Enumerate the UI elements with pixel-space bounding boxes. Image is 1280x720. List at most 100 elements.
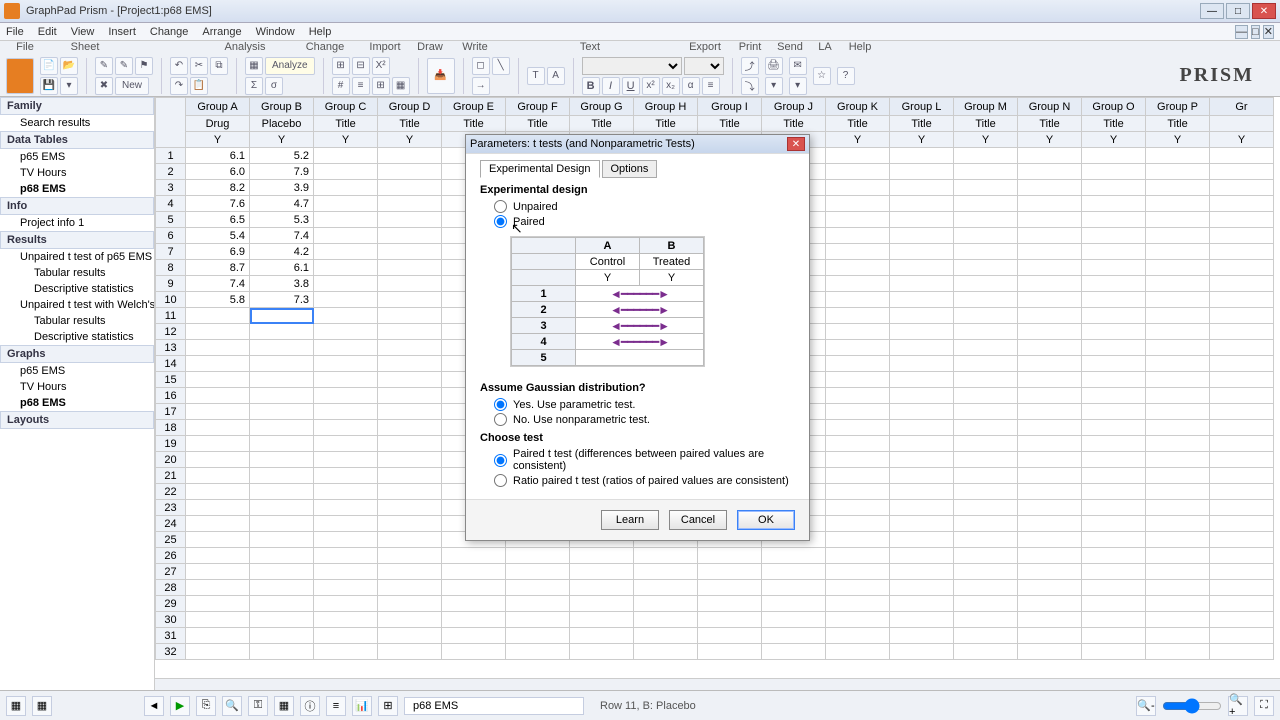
zoom-in-icon[interactable]: 🔍+ bbox=[1228, 696, 1248, 716]
help-icon[interactable]: ? bbox=[837, 67, 855, 85]
radio-unpaired[interactable]: Unpaired bbox=[494, 200, 795, 213]
status-grid-icon[interactable]: ▦ bbox=[6, 696, 26, 716]
save-icon[interactable]: 💾 bbox=[40, 77, 58, 95]
nav-dt-1[interactable]: TV Hours bbox=[0, 165, 154, 181]
menu-insert[interactable]: Insert bbox=[108, 26, 136, 38]
nav-search[interactable]: Search results bbox=[0, 115, 154, 131]
undo-icon[interactable]: ↶ bbox=[170, 57, 188, 75]
nav-layouts[interactable]: Layouts bbox=[0, 411, 154, 429]
stat2-icon[interactable]: σ bbox=[265, 77, 283, 95]
nav-res-0-1[interactable]: Descriptive statistics bbox=[0, 281, 154, 297]
nav-dt-0[interactable]: p65 EMS bbox=[0, 149, 154, 165]
open-icon[interactable]: 📂 bbox=[60, 57, 78, 75]
draw-arrow-icon[interactable]: → bbox=[472, 77, 490, 95]
nav-link-icon[interactable]: ⎘ bbox=[196, 696, 216, 716]
stat-icon[interactable]: Σ bbox=[245, 77, 263, 95]
fit-icon[interactable]: ⛶ bbox=[1254, 696, 1274, 716]
radio-paired-ttest[interactable]: Paired t test (differences between paire… bbox=[494, 448, 795, 472]
nav-grid-icon[interactable]: ▦ bbox=[274, 696, 294, 716]
nav-info-0[interactable]: Project info 1 bbox=[0, 215, 154, 231]
nav-gr-0[interactable]: p65 EMS bbox=[0, 363, 154, 379]
text-icon[interactable]: T bbox=[527, 67, 545, 85]
change6-icon[interactable]: ⊞ bbox=[372, 77, 390, 95]
nav-list-icon[interactable]: ≡ bbox=[326, 696, 346, 716]
export-icon[interactable]: ⤴ bbox=[741, 57, 759, 75]
nav-gr-2[interactable]: p68 EMS bbox=[0, 395, 154, 411]
mdi-close-button[interactable]: ✕ bbox=[1263, 25, 1274, 39]
nav-results[interactable]: Results bbox=[0, 231, 154, 249]
horizontal-scrollbar[interactable] bbox=[155, 678, 1280, 690]
nav-info[interactable]: Info bbox=[0, 197, 154, 215]
mdi-maximize-button[interactable]: □ bbox=[1251, 25, 1260, 39]
import-icon[interactable]: 📥 bbox=[427, 58, 455, 94]
radio-ratio-ttest[interactable]: Ratio paired t test (ratios of paired va… bbox=[494, 474, 795, 487]
nav-chart-icon[interactable]: 📊 bbox=[352, 696, 372, 716]
analyze-button[interactable]: Analyze bbox=[265, 57, 315, 75]
nav-key-icon[interactable]: ⚿ bbox=[248, 696, 268, 716]
menu-help[interactable]: Help bbox=[309, 26, 332, 38]
new-file-icon[interactable]: 📄 bbox=[40, 57, 58, 75]
print-icon[interactable]: 🖨 bbox=[765, 57, 783, 75]
sheet-name-display[interactable]: p68 EMS bbox=[404, 697, 584, 715]
radio-paired[interactable]: Paired bbox=[494, 215, 795, 228]
nav-dt-2[interactable]: p68 EMS bbox=[0, 181, 154, 197]
nav-family[interactable]: Family bbox=[0, 97, 154, 115]
maximize-button[interactable]: □ bbox=[1226, 3, 1250, 19]
nav-binoc-icon[interactable]: 🔍 bbox=[222, 696, 242, 716]
tab-options[interactable]: Options bbox=[602, 160, 658, 178]
send-icon[interactable]: ✉ bbox=[789, 57, 807, 75]
nav-gr-1[interactable]: TV Hours bbox=[0, 379, 154, 395]
nav-datatables[interactable]: Data Tables bbox=[0, 131, 154, 149]
export2-icon[interactable]: ⤵ bbox=[741, 77, 759, 95]
nav-res-1-0[interactable]: Tabular results bbox=[0, 313, 154, 329]
menu-file[interactable]: File bbox=[6, 26, 24, 38]
dialog-close-icon[interactable]: ✕ bbox=[787, 137, 805, 151]
nav-first-icon[interactable]: ◄ bbox=[144, 696, 164, 716]
mdi-minimize-button[interactable]: — bbox=[1235, 25, 1248, 39]
change5-icon[interactable]: ≡ bbox=[352, 77, 370, 95]
menu-change[interactable]: Change bbox=[150, 26, 189, 38]
status-grid2-icon[interactable]: ▦ bbox=[32, 696, 52, 716]
zoom-slider[interactable] bbox=[1162, 698, 1222, 714]
sub-icon[interactable]: x₂ bbox=[662, 77, 680, 95]
underline-icon[interactable]: U bbox=[622, 77, 640, 95]
paste-icon[interactable]: 📋 bbox=[190, 77, 208, 95]
font-select[interactable] bbox=[582, 57, 682, 75]
menu-window[interactable]: Window bbox=[256, 26, 295, 38]
text2-icon[interactable]: A bbox=[547, 67, 565, 85]
highlight-icon[interactable]: ✎ bbox=[115, 57, 133, 75]
bold-icon[interactable]: B bbox=[582, 77, 600, 95]
flag-icon[interactable]: ⚑ bbox=[135, 57, 153, 75]
nav-res-0-0[interactable]: Tabular results bbox=[0, 265, 154, 281]
italic-icon[interactable]: I bbox=[602, 77, 620, 95]
saveas-icon[interactable]: ▾ bbox=[60, 77, 78, 95]
pencil-icon[interactable]: ✎ bbox=[95, 57, 113, 75]
menu-view[interactable]: View bbox=[71, 26, 95, 38]
learn-button[interactable]: Learn bbox=[601, 510, 659, 530]
draw-line-icon[interactable]: ╲ bbox=[492, 57, 510, 75]
minimize-button[interactable]: — bbox=[1200, 3, 1224, 19]
close-button[interactable]: ✕ bbox=[1252, 3, 1276, 19]
draw-shape-icon[interactable]: ◻ bbox=[472, 57, 490, 75]
analyze-grid-icon[interactable]: ▦ bbox=[245, 57, 263, 75]
nav-layout-icon[interactable]: ⊞ bbox=[378, 696, 398, 716]
nav-play-icon[interactable]: ▶ bbox=[170, 696, 190, 716]
font-size-select[interactable] bbox=[684, 57, 724, 75]
change4-icon[interactable]: # bbox=[332, 77, 350, 95]
redo-icon[interactable]: ↷ bbox=[170, 77, 188, 95]
menu-arrange[interactable]: Arrange bbox=[202, 26, 241, 38]
nav-info-icon[interactable]: ⓘ bbox=[300, 696, 320, 716]
new-button[interactable]: New bbox=[115, 77, 149, 95]
radio-gauss-yes[interactable]: Yes. Use parametric test. bbox=[494, 398, 795, 411]
cut-icon[interactable]: ✂ bbox=[190, 57, 208, 75]
radio-gauss-no[interactable]: No. Use nonparametric test. bbox=[494, 413, 795, 426]
nav-res-1[interactable]: Unpaired t test with Welch's bbox=[0, 297, 154, 313]
align-left-icon[interactable]: ≡ bbox=[702, 77, 720, 95]
nav-graphs[interactable]: Graphs bbox=[0, 345, 154, 363]
nav-res-1-1[interactable]: Descriptive statistics bbox=[0, 329, 154, 345]
ok-button[interactable]: OK bbox=[737, 510, 795, 530]
change1-icon[interactable]: ⊞ bbox=[332, 57, 350, 75]
sup-icon[interactable]: x² bbox=[642, 77, 660, 95]
copy-icon[interactable]: ⧉ bbox=[210, 57, 228, 75]
tab-experimental-design[interactable]: Experimental Design bbox=[480, 160, 600, 178]
